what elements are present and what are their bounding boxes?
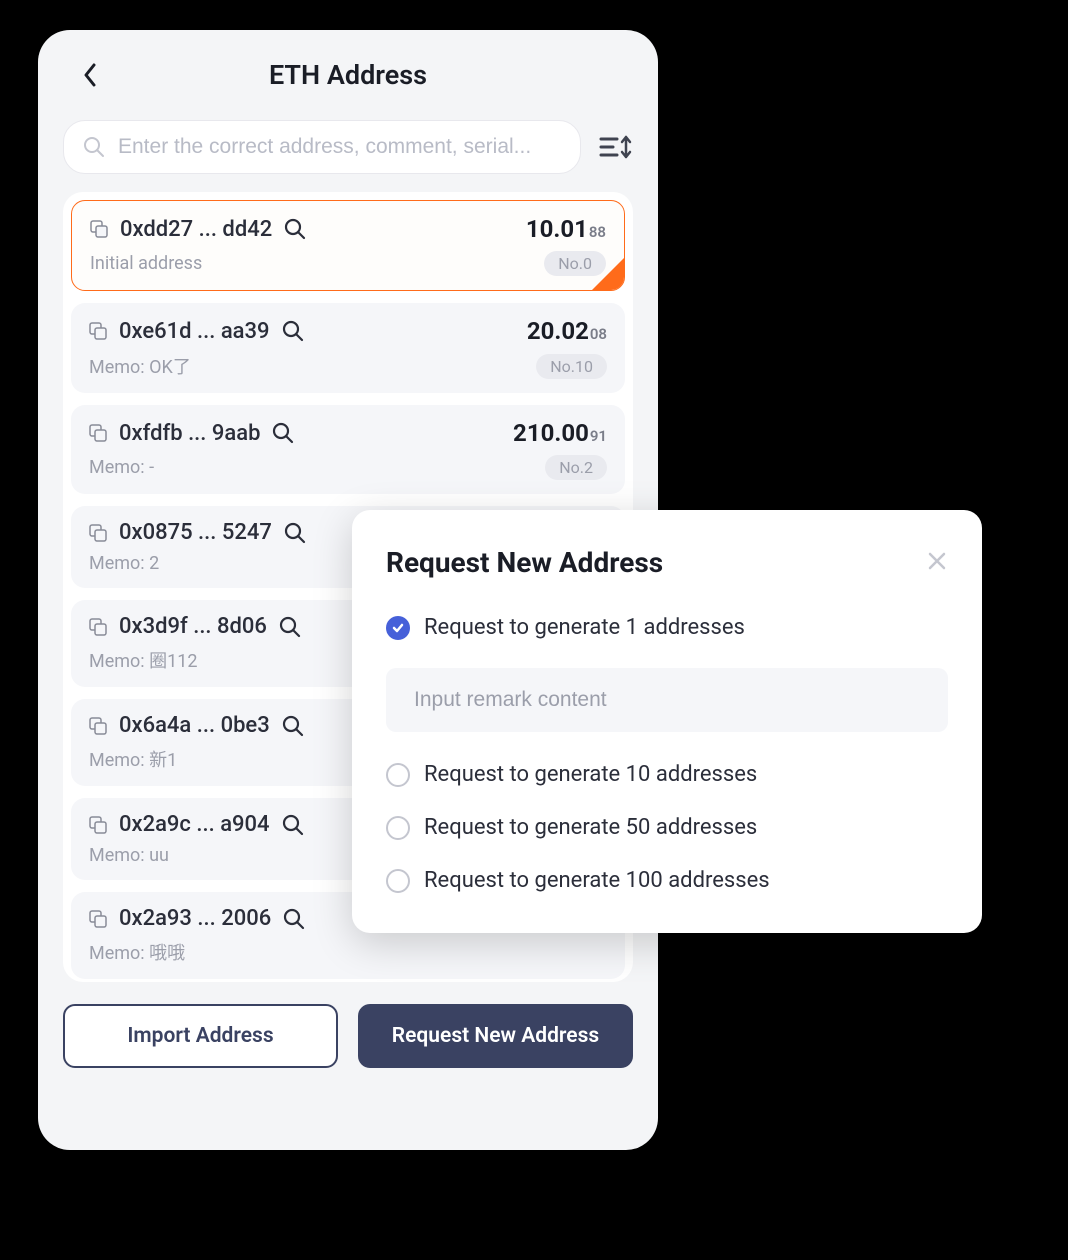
copy-icon[interactable] [89, 816, 107, 834]
address-card[interactable]: 0xfdfb ... 9aab 210.0091 Memo: - No.2 [71, 405, 625, 494]
radio-label: Request to generate 10 addresses [424, 762, 757, 787]
address-text: 0x6a4a ... 0be3 [119, 713, 270, 738]
balance: 20.0208 [527, 317, 607, 345]
copy-icon[interactable] [89, 524, 107, 542]
memo-text: Memo: OK了 [89, 353, 191, 379]
radio-unchecked-icon [386, 763, 410, 787]
request-new-address-button[interactable]: Request New Address [358, 1004, 633, 1068]
address-text: 0xe61d ... aa39 [119, 319, 270, 344]
address-text: 0xdd27 ... dd42 [120, 217, 272, 242]
modal-close-button[interactable] [926, 550, 948, 576]
back-button[interactable] [78, 63, 102, 87]
chevron-left-icon [83, 63, 97, 87]
import-address-button[interactable]: Import Address [63, 1004, 338, 1068]
memo-text: Memo: 2 [89, 553, 159, 574]
search-input[interactable] [118, 135, 562, 159]
page-title: ETH Address [269, 59, 427, 91]
radio-option-10[interactable]: Request to generate 10 addresses [386, 762, 948, 787]
magnify-icon[interactable] [282, 715, 304, 737]
copy-icon[interactable] [89, 424, 107, 442]
remark-input[interactable] [386, 668, 948, 732]
radio-option-1[interactable]: Request to generate 1 addresses [386, 615, 948, 640]
copy-icon[interactable] [89, 910, 107, 928]
request-new-address-modal: Request New Address Request to generate … [352, 510, 982, 933]
memo-text: Memo: 圈112 [89, 647, 197, 673]
copy-icon[interactable] [90, 220, 108, 238]
balance: 10.0188 [526, 215, 606, 243]
address-text: 0x3d9f ... 8d06 [119, 614, 267, 639]
radio-label: Request to generate 50 addresses [424, 815, 757, 840]
copy-icon[interactable] [89, 618, 107, 636]
copy-icon[interactable] [89, 322, 107, 340]
close-icon [926, 550, 948, 572]
radio-unchecked-icon [386, 869, 410, 893]
number-badge: No.2 [545, 455, 607, 480]
modal-header: Request New Address [386, 546, 948, 579]
magnify-icon[interactable] [272, 422, 294, 444]
memo-text: Initial address [90, 253, 202, 274]
memo-text: Memo: 新1 [89, 746, 177, 772]
memo-text: Memo: uu [89, 845, 169, 866]
number-badge: No.10 [536, 354, 607, 379]
address-text: 0x0875 ... 5247 [119, 520, 272, 545]
radio-label: Request to generate 1 addresses [424, 615, 745, 640]
address-text: 0x2a9c ... a904 [119, 812, 270, 837]
magnify-icon[interactable] [279, 616, 301, 638]
magnify-icon[interactable] [284, 522, 306, 544]
header: ETH Address [38, 30, 658, 120]
radio-checked-icon [386, 616, 410, 640]
radio-option-50[interactable]: Request to generate 50 addresses [386, 815, 948, 840]
sort-icon [599, 133, 633, 161]
address-card[interactable]: 0xdd27 ... dd42 10.0188 Initial address … [71, 200, 625, 291]
magnify-icon[interactable] [282, 320, 304, 342]
modal-title: Request New Address [386, 546, 663, 579]
magnify-icon[interactable] [282, 814, 304, 836]
memo-text: Memo: - [89, 457, 154, 478]
search-row [38, 120, 658, 174]
magnify-icon[interactable] [284, 218, 306, 240]
address-card[interactable]: 0xe61d ... aa39 20.0208 Memo: OK了 No.10 [71, 303, 625, 393]
search-icon [82, 135, 106, 159]
search-box[interactable] [63, 120, 581, 174]
radio-unchecked-icon [386, 816, 410, 840]
number-badge: No.0 [544, 251, 606, 276]
memo-text: Memo: 哦哦 [89, 939, 185, 965]
radio-label: Request to generate 100 addresses [424, 868, 770, 893]
address-text: 0x2a93 ... 2006 [119, 906, 271, 931]
balance: 210.0091 [513, 419, 607, 447]
sort-button[interactable] [599, 133, 633, 161]
copy-icon[interactable] [89, 717, 107, 735]
radio-option-100[interactable]: Request to generate 100 addresses [386, 868, 948, 893]
address-text: 0xfdfb ... 9aab [119, 421, 260, 446]
bottom-buttons: Import Address Request New Address [38, 1004, 658, 1068]
magnify-icon[interactable] [283, 908, 305, 930]
